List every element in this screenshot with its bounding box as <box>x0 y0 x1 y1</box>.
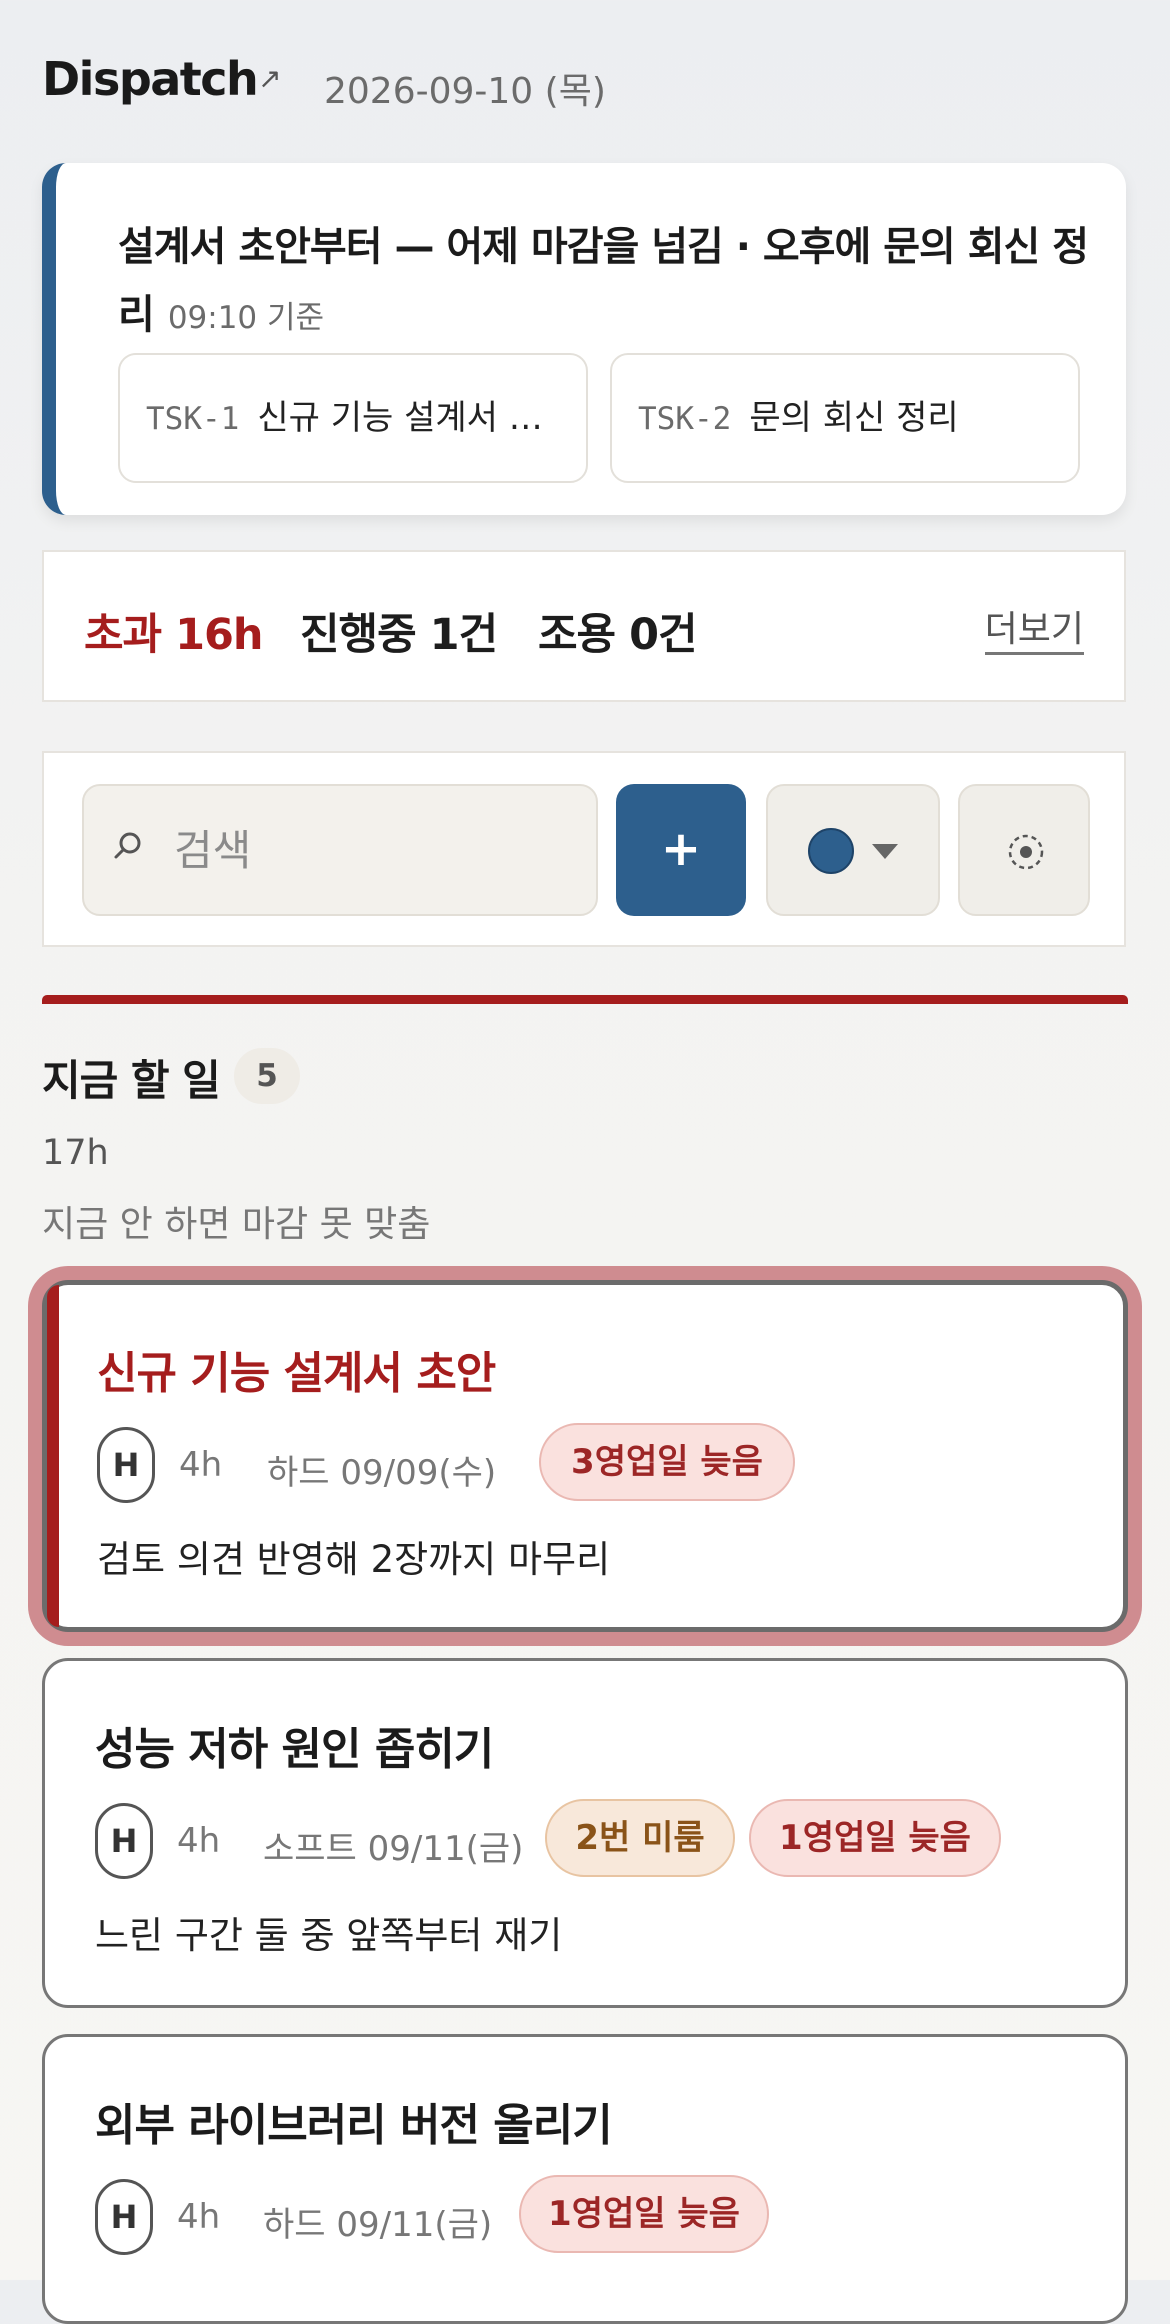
task-note: 검토 의견 반영해 2장까지 마무리 <box>97 1538 611 1581</box>
task-deadline: 하드 09/11(금) <box>263 2205 493 2245</box>
stat-overdue: 초과 16h <box>84 610 264 660</box>
deferred-badge: 2번 미룸 <box>545 1799 735 1877</box>
color-swatch <box>808 828 854 874</box>
task-chip-label: 신규 기능 설계서 … <box>257 398 543 438</box>
search-input[interactable] <box>172 786 572 914</box>
current-date: 2026-09-10 (목) <box>324 71 606 112</box>
briefing-timestamp: 09:10 기준 <box>167 300 325 336</box>
toolbar: + <box>42 751 1126 947</box>
task-chip-1[interactable]: TSK-1 신규 기능 설계서 … <box>118 353 588 483</box>
task-title: 외부 라이브러리 버전 올리기 <box>95 2100 613 2151</box>
priority-badge: H <box>97 1427 155 1503</box>
task-card[interactable]: 성능 저하 원인 좁히기 H 4h 소프트 09/11(금) 2번 미룸 1영업… <box>42 1658 1128 2008</box>
task-chip-label: 문의 회신 정리 <box>749 398 959 438</box>
task-title: 성능 저하 원인 좁히기 <box>95 1724 494 1775</box>
target-icon <box>1008 834 1044 870</box>
search-box[interactable] <box>82 784 598 916</box>
stats-bar: 초과 16h 진행중 1건 조용 0건 더보기 <box>42 550 1126 702</box>
color-filter-dropdown[interactable] <box>766 784 940 916</box>
external-link-icon[interactable]: ↗ <box>258 62 281 95</box>
section-count-badge: 5 <box>234 1048 300 1104</box>
late-badge: 3영업일 늦음 <box>539 1423 795 1501</box>
section-title: 지금 할 일 <box>42 1056 221 1105</box>
priority-badge: H <box>95 1803 153 1879</box>
app-title: Dispatch <box>42 52 259 106</box>
task-chip-code: TSK-1 <box>146 401 240 437</box>
more-link[interactable]: 더보기 <box>984 608 1084 655</box>
focus-button[interactable] <box>958 784 1090 916</box>
task-deadline: 하드 09/09(수) <box>267 1453 497 1493</box>
task-note: 느린 구간 둘 중 앞쪽부터 재기 <box>95 1914 563 1957</box>
section-divider <box>42 995 1128 1004</box>
late-badge: 1영업일 늦음 <box>519 2175 769 2253</box>
add-task-button[interactable]: + <box>616 784 746 916</box>
task-hours: 4h <box>177 1821 221 1861</box>
stat-quiet: 조용 0건 <box>538 610 698 660</box>
task-card[interactable]: 외부 라이브러리 버전 올리기 H 4h 하드 09/11(금) 1영업일 늦음 <box>42 2034 1128 2324</box>
briefing-headline: 설계서 초안부터 — 어제 마감을 넘김 · 오후에 문의 회신 정리 09:10… <box>118 213 1098 352</box>
briefing-card: 설계서 초안부터 — 어제 마감을 넘김 · 오후에 문의 회신 정리 09:10… <box>42 163 1126 515</box>
priority-badge: H <box>95 2179 153 2255</box>
task-title: 신규 기능 설계서 초안 <box>97 1348 496 1399</box>
plus-icon: + <box>660 821 702 877</box>
chevron-down-icon <box>872 844 898 859</box>
stat-in-progress: 진행중 1건 <box>300 610 498 660</box>
late-badge: 1영업일 늦음 <box>749 1799 1001 1877</box>
active-indicator <box>47 1285 59 1627</box>
task-hours: 4h <box>177 2197 221 2237</box>
task-chip-2[interactable]: TSK-2 문의 회신 정리 <box>610 353 1080 483</box>
task-chip-code: TSK-2 <box>638 401 732 437</box>
section-hours: 17h <box>42 1133 109 1173</box>
search-icon <box>114 832 141 859</box>
task-deadline: 소프트 09/11(금) <box>263 1829 524 1869</box>
section-description: 지금 안 하면 마감 못 맞춤 <box>42 1204 431 1245</box>
task-hours: 4h <box>179 1445 223 1485</box>
task-card[interactable]: 신규 기능 설계서 초안 H 4h 하드 09/09(수) 3영업일 늦음 검토… <box>42 1280 1128 1632</box>
